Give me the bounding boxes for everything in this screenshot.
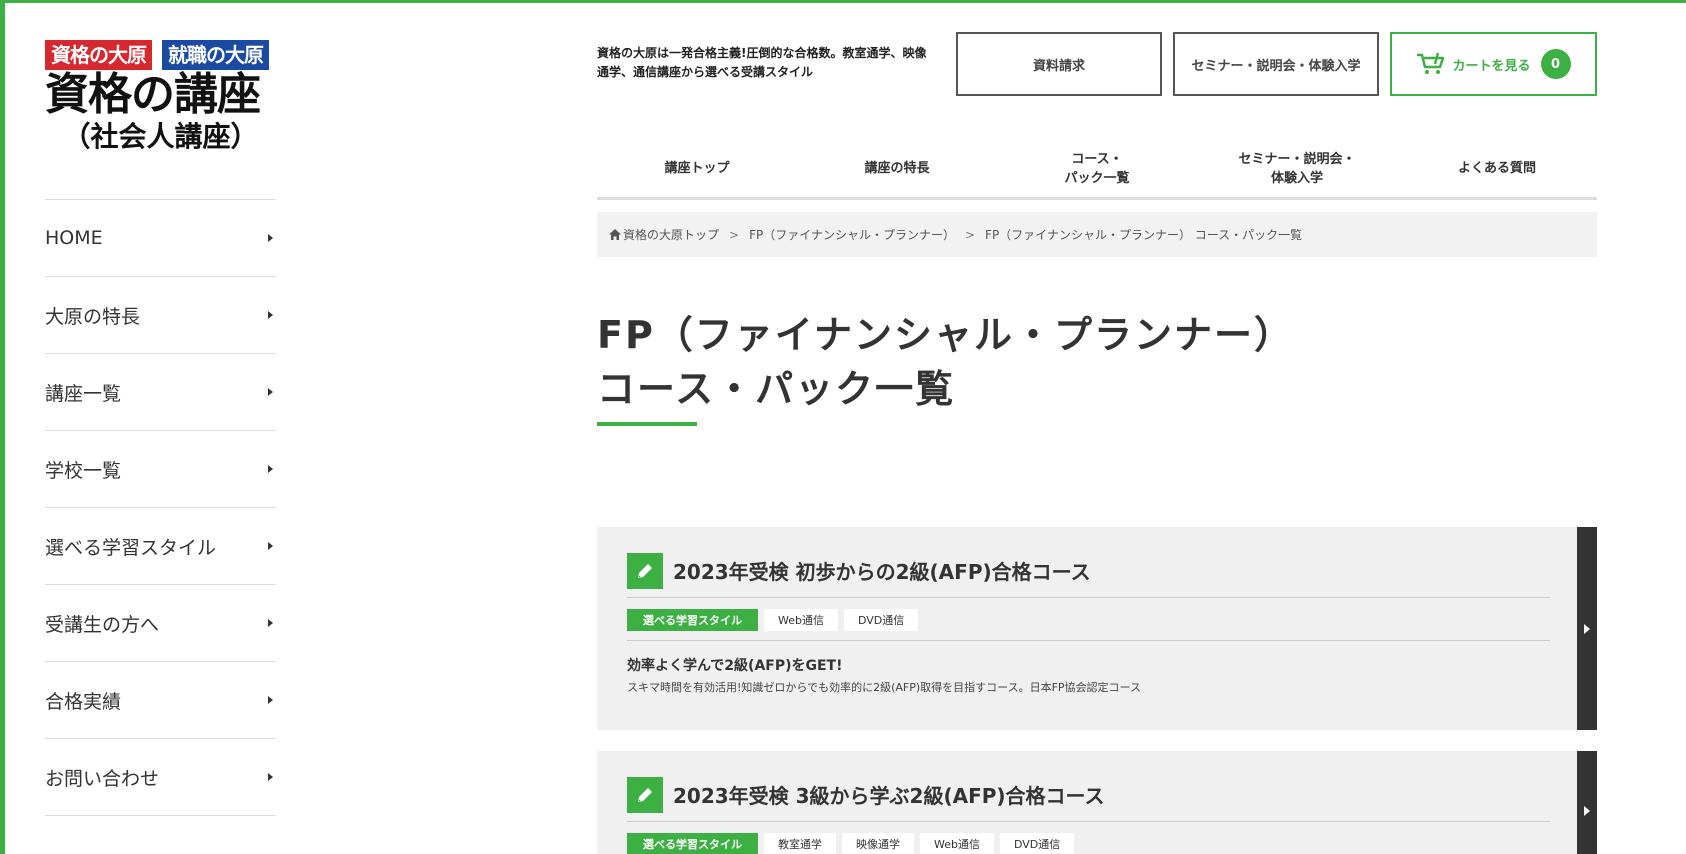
sidebar-item-students[interactable]: 受講生の方へ: [45, 585, 276, 662]
course-card-arrow[interactable]: [1577, 751, 1597, 854]
sidebar-item-home[interactable]: HOME: [45, 200, 276, 277]
sidebar-item-courses[interactable]: 講座一覧: [45, 354, 276, 431]
view-cart-label: カートを見る: [1452, 58, 1531, 74]
site-logo[interactable]: 資格の大原 就職の大原 資格の講座 （社会人講座）: [45, 40, 276, 154]
breadcrumb-separator: >: [729, 227, 740, 242]
breadcrumb-separator: >: [964, 227, 976, 242]
caret-right-icon: [268, 619, 273, 627]
style-tag: Web通信: [764, 609, 838, 631]
sidebar-item-features[interactable]: 大原の特長: [45, 277, 276, 354]
course-card[interactable]: 2023年受検 3級から学ぶ2級(AFP)合格コース 選べる学習スタイル 教室通…: [597, 751, 1597, 854]
sidebar-item-label: 講座一覧: [45, 382, 122, 405]
sidebar-nav: HOME 大原の特長 講座一覧 学校一覧 選べる学習スタイル 受講生の方へ 合格…: [45, 199, 276, 816]
course-title: 2023年受検 初歩からの2級(AFP)合格コース: [673, 560, 1091, 584]
caret-right-icon: [268, 234, 273, 242]
caret-right-icon: [268, 696, 273, 704]
tab-faq[interactable]: よくある質問: [1397, 140, 1597, 197]
style-tag: 教室通学: [764, 833, 836, 854]
style-tag: Web通信: [920, 833, 994, 854]
pencil-icon: [627, 552, 663, 589]
course-tags: 選べる学習スタイル 教室通学 映像通学 Web通信 DVD通信: [627, 833, 1550, 854]
tab-course-top[interactable]: 講座トップ: [597, 140, 797, 197]
logo-sub-text: （社会人講座）: [62, 120, 259, 153]
cart-count-badge: 0: [1540, 49, 1571, 79]
learning-style-label: 選べる学習スタイル: [627, 833, 758, 854]
caret-right-icon: [268, 773, 273, 781]
sidebar: 資格の大原 就職の大原 資格の講座 （社会人講座） HOME 大原の特長 講座一…: [45, 40, 276, 816]
breadcrumb-current: FP（ファイナンシャル・プランナー） コース・パック一覧: [985, 228, 1303, 242]
style-tag: DVD通信: [999, 833, 1075, 854]
request-documents-button[interactable]: 資料請求: [956, 32, 1162, 96]
course-card-header: 2023年受検 3級から学ぶ2級(AFP)合格コース: [627, 776, 1550, 822]
course-lead: 効率よく学んで2級(AFP)をGET!: [627, 658, 843, 674]
logo-badge-shushoku: 就職の大原: [162, 40, 269, 70]
page-title: FP（ファイナンシャル・プランナー） コース・パック一覧: [597, 308, 1294, 416]
sidebar-item-label: 大原の特長: [45, 305, 141, 328]
tab-course-features[interactable]: 講座の特長: [797, 140, 997, 197]
sidebar-item-label: 合格実績: [45, 690, 122, 713]
course-card[interactable]: 2023年受検 初歩からの2級(AFP)合格コース 選べる学習スタイル Web通…: [597, 527, 1597, 730]
sidebar-item-label: 選べる学習スタイル: [45, 536, 217, 559]
caret-right-icon: [1584, 623, 1590, 634]
view-cart-button[interactable]: カートを見る 0: [1390, 32, 1597, 96]
tab-course-list[interactable]: コース・ パック一覧: [997, 140, 1197, 197]
cart-icon: [1416, 52, 1446, 76]
logo-badges: 資格の大原 就職の大原: [45, 40, 276, 70]
course-card-arrow[interactable]: [1577, 527, 1597, 730]
learning-style-label: 選べる学習スタイル: [627, 609, 758, 631]
sidebar-item-label: 学校一覧: [45, 459, 122, 482]
sidebar-item-results[interactable]: 合格実績: [45, 662, 276, 739]
seminar-button[interactable]: セミナー・説明会・体験入学: [1173, 32, 1379, 96]
course-nav: 講座トップ 講座の特長 コース・ パック一覧 セミナー・説明会・ 体験入学 よく…: [597, 140, 1597, 200]
breadcrumb-home[interactable]: 資格の大原トップ: [609, 226, 719, 243]
left-accent-border: [0, 0, 5, 854]
header-tagline: 資格の大原は一発合格主義!圧倒的な合格数。教室通学、映像通学、通信講座から選べる…: [597, 46, 927, 79]
top-accent-border: [0, 0, 1686, 3]
page-title-line2: コース・パック一覧: [597, 367, 956, 411]
style-tag: DVD通信: [843, 609, 919, 631]
caret-right-icon: [268, 542, 273, 550]
course-tags: 選べる学習スタイル Web通信 DVD通信: [627, 609, 1550, 641]
caret-right-icon: [268, 388, 273, 396]
caret-right-icon: [268, 465, 273, 473]
sidebar-item-learning-style[interactable]: 選べる学習スタイル: [45, 508, 276, 585]
caret-right-icon: [1584, 806, 1590, 816]
sidebar-item-label: お問い合わせ: [45, 767, 160, 790]
sidebar-item-contact[interactable]: お問い合わせ: [45, 739, 276, 816]
course-card-header: 2023年受検 初歩からの2級(AFP)合格コース: [627, 552, 1550, 598]
sidebar-item-label: 受講生の方へ: [45, 613, 160, 636]
style-tag: 映像通学: [842, 833, 914, 854]
page-title-line1: FP（ファイナンシャル・プランナー）: [597, 313, 1295, 357]
title-underline: [597, 422, 697, 426]
caret-right-icon: [268, 311, 273, 319]
logo-badge-shikaku: 資格の大原: [45, 40, 152, 70]
breadcrumb-home-label: 資格の大原トップ: [623, 228, 720, 242]
breadcrumb-fp[interactable]: FP（ファイナンシャル・プランナー）: [749, 226, 955, 243]
tab-seminar[interactable]: セミナー・説明会・ 体験入学: [1197, 140, 1397, 197]
home-icon: [609, 229, 621, 240]
sidebar-item-schools[interactable]: 学校一覧: [45, 431, 276, 508]
logo-main-text: 資格の講座: [45, 69, 261, 120]
course-title: 2023年受検 3級から学ぶ2級(AFP)合格コース: [673, 784, 1105, 808]
pencil-icon: [627, 776, 663, 813]
sidebar-item-label: HOME: [45, 227, 103, 249]
breadcrumb: 資格の大原トップ > FP（ファイナンシャル・プランナー） > FP（ファイナン…: [597, 212, 1597, 257]
course-description: スキマ時間を有効活用!知識ゼロからでも効率的に2級(AFP)取得を目指すコース。…: [627, 681, 1142, 694]
